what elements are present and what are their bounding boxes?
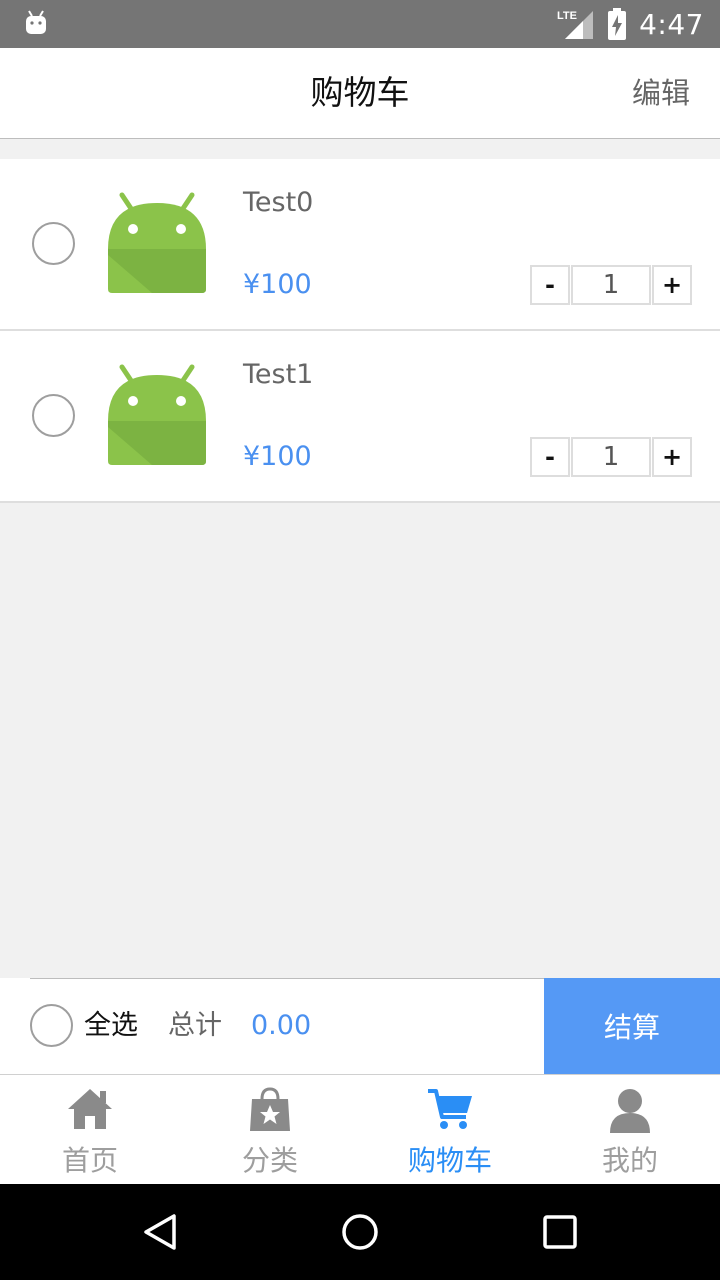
tab-cart[interactable]: 购物车 [360,1075,540,1184]
total-value: 0.00 [251,1010,312,1041]
category-bag-icon [250,1087,290,1131]
increase-button[interactable]: + [652,265,692,305]
decrease-button[interactable]: - [530,437,570,477]
quantity-value[interactable]: 1 [571,437,651,477]
bottom-tab-bar: 首页 分类 购物车 我的 [0,1074,720,1184]
recents-icon[interactable] [540,1212,580,1252]
quantity-stepper: - 1 + [530,265,692,305]
select-all-label[interactable]: 全选 [84,978,138,1074]
lte-signal-icon: LTE [557,10,594,39]
cart-item: Test1 ¥100 - 1 + [0,331,720,503]
home-icon [68,1089,112,1129]
total-label: 总计 [168,1010,222,1041]
tab-label: 购物车 [407,1144,492,1177]
item-checkbox[interactable] [32,222,75,265]
clock: 4:47 [639,7,704,41]
android-product-image [108,192,206,293]
cart-item: Test0 ¥100 - 1 + [0,159,720,331]
tab-home[interactable]: 首页 [0,1075,180,1184]
tab-category[interactable]: 分类 [180,1075,360,1184]
checkout-bar: 全选 总计 0.00 结算 [0,978,720,1074]
item-price: ¥100 [243,441,312,472]
tab-profile[interactable]: 我的 [540,1075,720,1184]
increase-button[interactable]: + [652,437,692,477]
person-icon [610,1089,650,1133]
status-bar: LTE 4:47 [0,0,720,48]
checkout-button[interactable]: 结算 [544,978,720,1074]
item-price: ¥100 [243,269,312,300]
page-title: 购物车 [310,73,410,112]
system-navigation-bar [0,1184,720,1280]
android-notification-icon [26,10,46,34]
decrease-button[interactable]: - [530,265,570,305]
battery-charging-icon [608,8,627,40]
tab-label: 分类 [241,1144,298,1177]
android-product-image [108,364,206,465]
cart-list: Test0 ¥100 - 1 + Test1 ¥100 - 1 + [0,159,720,503]
tab-label: 首页 [61,1144,118,1177]
app-bar: 购物车 编辑 [0,48,720,139]
quantity-stepper: - 1 + [530,437,692,477]
item-name: Test0 [243,187,314,218]
quantity-value[interactable]: 1 [571,265,651,305]
back-icon[interactable] [140,1212,180,1252]
item-name: Test1 [243,359,314,390]
select-all-checkbox[interactable] [30,1004,73,1047]
home-circle-icon[interactable] [340,1212,380,1252]
tab-label: 我的 [601,1144,658,1177]
network-type-label: LTE [557,10,577,22]
cart-icon [428,1089,472,1129]
edit-button[interactable]: 编辑 [632,48,690,138]
item-checkbox[interactable] [32,394,75,437]
